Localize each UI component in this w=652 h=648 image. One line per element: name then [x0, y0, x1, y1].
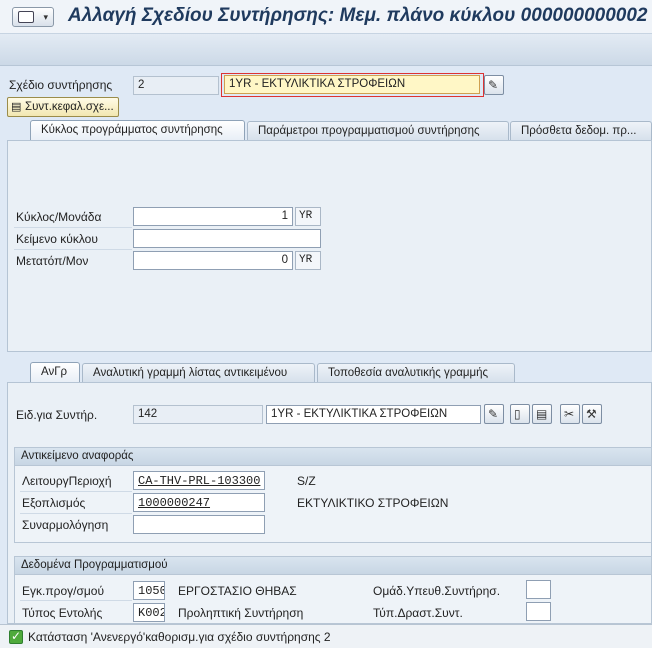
edit-text-icon: ✎: [488, 78, 499, 92]
equipment-input[interactable]: 1000000247: [133, 493, 265, 512]
reference-object-section: Αντικείμενο αναφοράς: [14, 447, 652, 543]
title-bar: ▾ Αλλαγή Σχεδίου Συντήρησης: Μεμ. πλάνο …: [0, 0, 652, 34]
header-button-label: Συντ.κεφαλ.σχε...: [25, 101, 114, 113]
scissors-icon: ✂: [564, 407, 575, 421]
assembly-label: Συναρμολόγηση: [22, 518, 109, 532]
equipment-value: 1000000247: [138, 496, 211, 510]
assembly-input[interactable]: [133, 515, 265, 534]
order-type-description: Προληπτική Συντήρηση: [178, 606, 304, 620]
success-check-icon: ✓: [9, 629, 23, 644]
row-divider: [14, 249, 132, 250]
tab-item[interactable]: ΑνΓρ: [30, 362, 80, 383]
tab-scheduling-parameters[interactable]: Παράμετροι προγραμματισμού συντήρησης: [247, 121, 509, 141]
cycle-panel: [7, 140, 652, 352]
edit-text-icon: ✎: [488, 407, 499, 421]
floc-description: S/Z: [297, 474, 316, 488]
menu-icon: [18, 11, 34, 23]
delete-item-button[interactable]: ✂: [560, 404, 580, 424]
page-title: Αλλαγή Σχεδίου Συντήρησης: Μεμ. πλάνο κύ…: [68, 5, 648, 26]
row-divider: [20, 600, 132, 601]
activity-type-input[interactable]: [526, 602, 551, 621]
list-icon: ▤: [536, 407, 548, 421]
system-menu-button[interactable]: ▾: [12, 7, 54, 27]
section-title: Δεδομένα Προγραμματισμού: [15, 557, 651, 575]
plan-number-field: 2: [133, 76, 219, 95]
item-overview-button[interactable]: ▤: [532, 404, 552, 424]
application-toolbar: [0, 34, 652, 66]
offset-value-input[interactable]: 0: [133, 251, 293, 270]
cycle-text-label: Κείμενο κύκλου: [16, 232, 98, 246]
item-long-text-button[interactable]: ✎: [484, 404, 504, 424]
floc-input[interactable]: CA-THV-PRL-103300: [133, 471, 265, 490]
chevron-down-icon: ▾: [43, 13, 48, 23]
plan-label: Σχέδιο συντήρησης: [9, 78, 113, 92]
planning-plant-label: Εγκ.προγ/σμού: [22, 584, 105, 598]
equipment-label: Εξοπλισμός: [22, 496, 86, 510]
planning-data-section: Δεδομένα Προγραμματισμού: [14, 556, 652, 624]
item-text-input[interactable]: 1YR - ΕΚΤΥΛΙΚΤΙΚΑ ΣΤΡΟΦΕΙΩΝ: [266, 405, 481, 424]
tab-additional-data[interactable]: Πρόσθετα δεδομ. πρ...: [510, 121, 652, 141]
planner-group-input[interactable]: [526, 580, 551, 599]
plan-text-input[interactable]: 1YR - ΕΚΤΥΛΙΚΤΙΚΑ ΣΤΡΟΦΕΙΩΝ: [224, 75, 480, 94]
activity-type-label: Τύπ.Δραστ.Συντ.: [373, 606, 463, 620]
tab-item-location[interactable]: Τοποθεσία αναλυτικής γραμμής: [317, 363, 515, 383]
floc-label: ΛειτουργΠεριοχή: [22, 474, 112, 488]
offset-label: Μετατόπ/Μον: [16, 254, 89, 268]
row-divider: [20, 491, 132, 492]
equipment-description: ΕΚΤΥΛΙΚΤΙΚΟ ΣΤΡΟΦΕΙΩΝ: [297, 496, 449, 510]
create-item-button[interactable]: ▯: [510, 404, 530, 424]
assign-item-button[interactable]: ⚒: [582, 404, 602, 424]
cycle-text-input[interactable]: [133, 229, 321, 248]
planning-plant-input[interactable]: 1050: [133, 581, 165, 600]
planner-group-label: Ομάδ.Υπευθ.Συντήρησ.: [373, 584, 501, 598]
document-icon: ▯: [514, 407, 521, 421]
floc-value: CA-THV-PRL-103300: [138, 474, 261, 488]
cycle-value-input[interactable]: 1: [133, 207, 293, 226]
tab-object-list[interactable]: Αναλυτική γραμμή λίστας αντικειμένου: [82, 363, 315, 383]
tab-maintenance-cycle[interactable]: Κύκλος προγράμματος συντήρησης: [30, 120, 245, 141]
row-divider: [14, 227, 132, 228]
header-maintenance-plan-button[interactable]: ▤ Συντ.κεφαλ.σχε...: [7, 97, 119, 117]
item-label: Ειδ.για Συντήρ.: [16, 408, 98, 422]
header-icon: ▤: [11, 100, 22, 113]
status-bar: ✓ Κατάσταση 'Ανενεργό'καθορισμ.για σχέδι…: [0, 624, 652, 648]
long-text-button[interactable]: ✎: [484, 75, 504, 95]
offset-unit-input[interactable]: YR: [295, 251, 321, 270]
item-number-field: 142: [133, 405, 263, 424]
order-type-input[interactable]: K002: [133, 603, 165, 622]
section-title: Αντικείμενο αναφοράς: [15, 448, 651, 466]
cycle-label: Κύκλος/Μονάδα: [16, 210, 102, 224]
tools-icon: ⚒: [586, 407, 597, 421]
cycle-unit-input[interactable]: YR: [295, 207, 321, 226]
status-message[interactable]: Κατάσταση 'Ανενεργό'καθορισμ.για σχέδιο …: [28, 630, 331, 644]
order-type-label: Τύπος Εντολής: [22, 606, 103, 620]
row-divider: [20, 513, 132, 514]
planning-plant-description: ΕΡΓΟΣΤΑΣΙΟ ΘΗΒΑΣ: [178, 584, 297, 598]
